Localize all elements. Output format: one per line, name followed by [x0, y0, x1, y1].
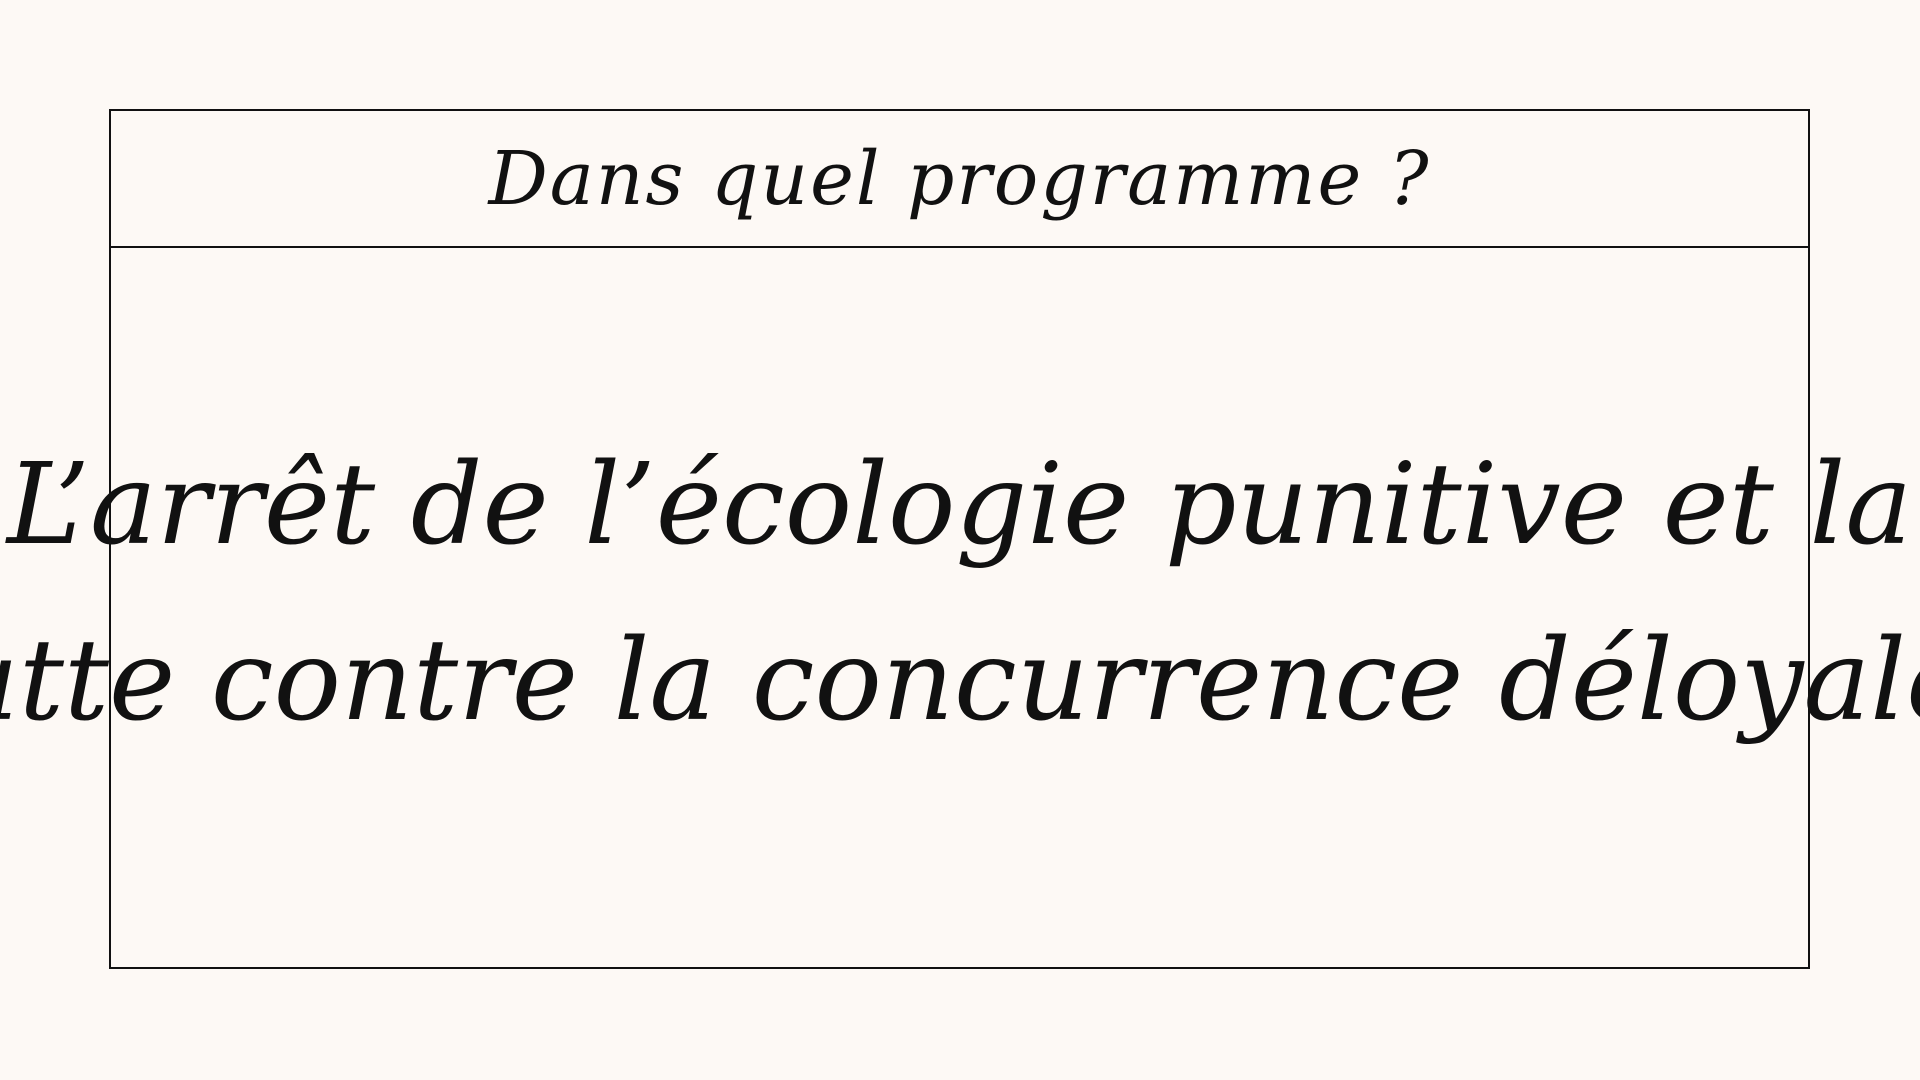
- question-title: Dans quel programme ?: [488, 135, 1431, 222]
- statement-line-1: L’arrêt de l’écologie punitive et la: [6, 439, 1913, 570]
- statement-line-2: lutte contre la concurrence déloyale.: [0, 615, 1920, 746]
- card-body: L’arrêt de l’écologie punitive et la lut…: [0, 248, 1920, 967]
- statement-text: L’arrêt de l’écologie punitive et la lut…: [0, 417, 1920, 769]
- card-header: Dans quel programme ?: [111, 111, 1808, 248]
- quiz-card: Dans quel programme ? L’arrêt de l’écolo…: [0, 109, 1920, 969]
